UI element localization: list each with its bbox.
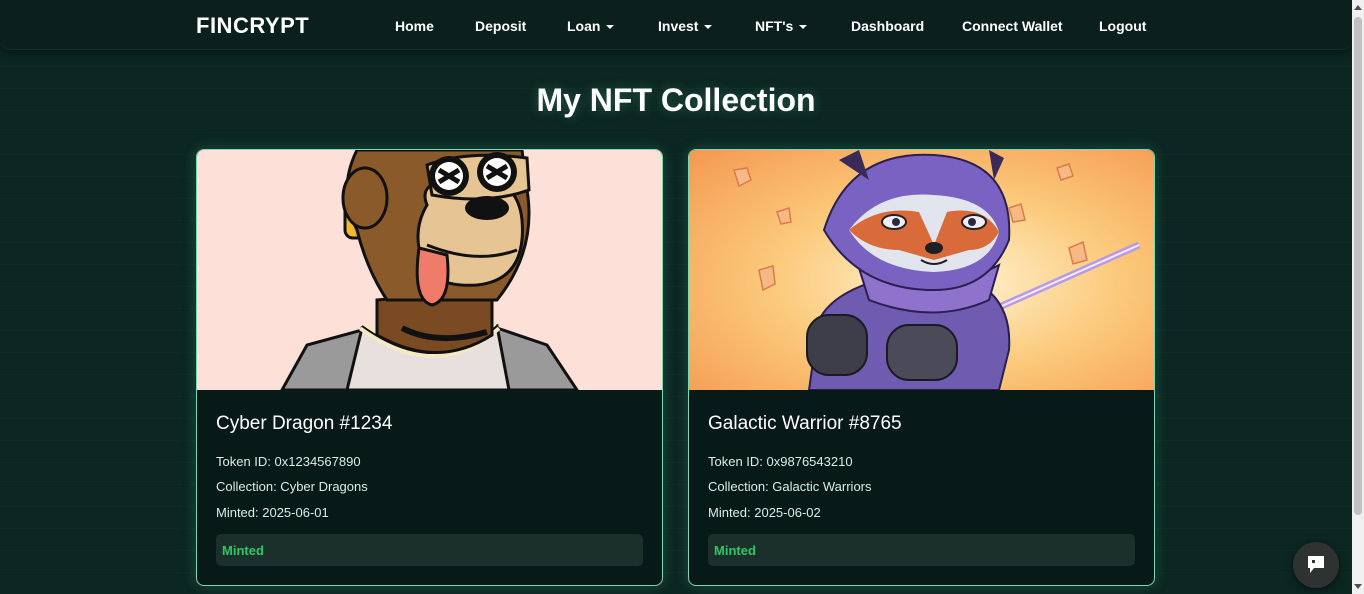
- scroll-up-icon[interactable]: [1354, 5, 1362, 10]
- chat-icon: [1308, 556, 1324, 573]
- status-badge: Minted: [714, 543, 756, 558]
- nav-dashboard[interactable]: Dashboard: [851, 18, 924, 34]
- caret-down-icon: [606, 25, 615, 30]
- nft-card[interactable]: Galactic Warrior #8765 Token ID: 0x98765…: [688, 149, 1155, 586]
- status-bar: Minted: [708, 534, 1135, 566]
- status-bar: Minted: [216, 534, 643, 566]
- nav-home-label: Home: [395, 18, 434, 34]
- status-badge: Minted: [222, 543, 264, 558]
- nav-connect-wallet[interactable]: Connect Wallet: [962, 18, 1063, 34]
- nav-nfts-dropdown[interactable]: NFT's: [755, 18, 808, 34]
- nav-connect-wallet-label: Connect Wallet: [962, 18, 1063, 34]
- nav-loan-dropdown[interactable]: Loan: [567, 18, 615, 34]
- nft-collection: Collection: Cyber Dragons: [216, 479, 368, 494]
- ape-nft-image: [197, 150, 662, 390]
- nft-minted-date: Minted: 2025-06-01: [216, 505, 329, 520]
- nav-logout[interactable]: Logout: [1099, 18, 1146, 34]
- nav-logout-label: Logout: [1099, 18, 1147, 34]
- caret-down-icon: [704, 25, 713, 30]
- nft-token-id: Token ID: 0x9876543210: [708, 454, 853, 469]
- nav-deposit-label: Deposit: [475, 18, 527, 34]
- chat-button[interactable]: [1293, 542, 1339, 588]
- nft-name: Cyber Dragon #1234: [216, 413, 393, 434]
- top-navbar: FINCRYPT Home Deposit Loan Invest NFT's …: [0, 0, 1352, 50]
- nav-nfts-label: NFT's: [755, 18, 794, 34]
- page-title: My NFT Collection: [536, 82, 816, 118]
- nft-minted-date: Minted: 2025-06-02: [708, 505, 821, 520]
- nft-token-id: Token ID: 0x1234567890: [216, 454, 361, 469]
- nav-invest-dropdown[interactable]: Invest: [658, 18, 713, 34]
- nav-dashboard-label: Dashboard: [851, 18, 925, 34]
- nft-collection: Collection: Galactic Warriors: [708, 479, 872, 494]
- page-scrollbar[interactable]: [1352, 0, 1364, 594]
- raccoon-ninja-nft-image: [689, 150, 1154, 390]
- brand-logo[interactable]: FINCRYPT: [196, 13, 309, 39]
- scroll-thumb[interactable]: [1354, 17, 1362, 515]
- scroll-down-icon[interactable]: [1354, 584, 1362, 589]
- nft-name: Galactic Warrior #8765: [708, 413, 902, 434]
- nft-card[interactable]: Cyber Dragon #1234 Token ID: 0x123456789…: [196, 149, 663, 586]
- nav-loan-label: Loan: [567, 18, 601, 34]
- nav-deposit[interactable]: Deposit: [475, 18, 526, 34]
- caret-down-icon: [799, 25, 808, 30]
- nav-invest-label: Invest: [658, 18, 699, 34]
- nav-home[interactable]: Home: [395, 18, 434, 34]
